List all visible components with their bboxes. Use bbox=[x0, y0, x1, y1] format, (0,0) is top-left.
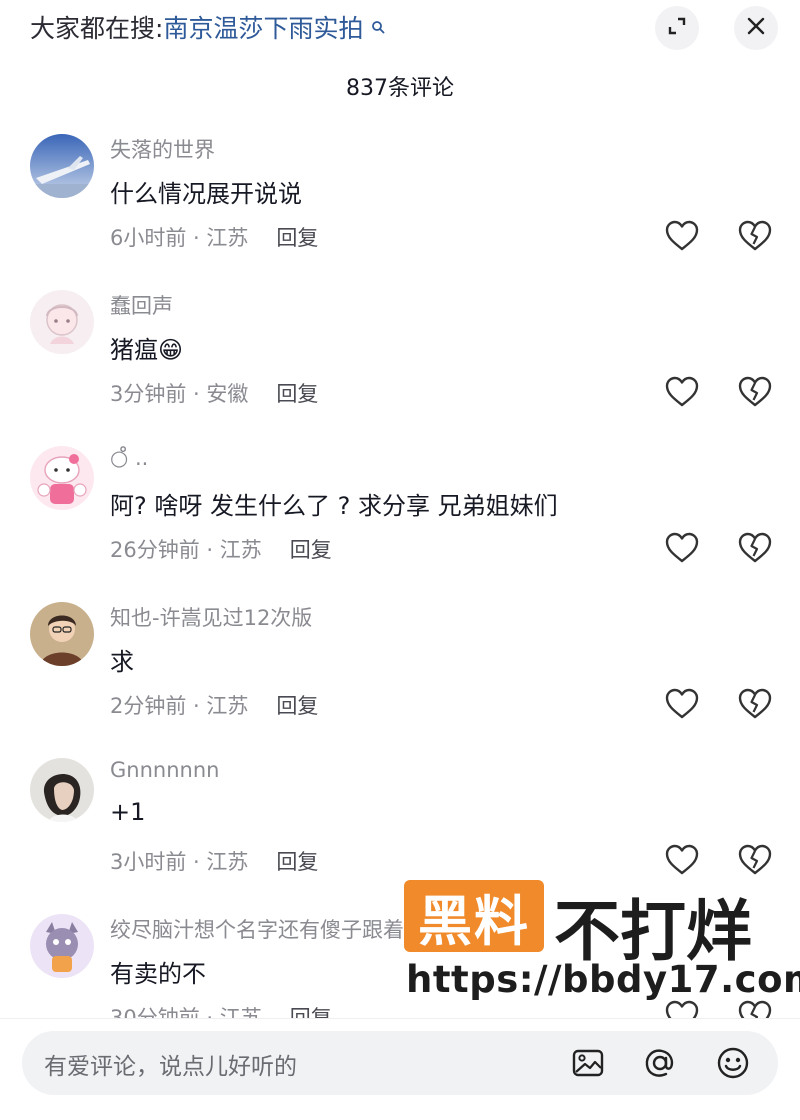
image-icon bbox=[570, 1049, 606, 1085]
comment-meta: 3小时前 · 江苏 回复 bbox=[110, 846, 318, 876]
broken-heart-icon bbox=[736, 844, 774, 882]
like-button[interactable] bbox=[663, 218, 701, 254]
dislike-button[interactable] bbox=[736, 686, 774, 722]
comment-count: 837条评论 bbox=[346, 76, 454, 101]
at-icon bbox=[642, 1049, 678, 1085]
comment-text: 有卖的不 bbox=[110, 960, 206, 988]
comment-meta: 26分钟前 · 江苏 回复 bbox=[110, 534, 332, 564]
expand-button[interactable] bbox=[655, 6, 699, 50]
like-button[interactable] bbox=[663, 530, 701, 566]
emoji-icon bbox=[715, 1047, 751, 1085]
comment-username[interactable]: 知也-许嵩见过12次版 bbox=[110, 602, 312, 632]
comment-item: 知也-许嵩见过12次版 求 2分钟前 · 江苏 回复 bbox=[0, 586, 800, 742]
avatar[interactable] bbox=[30, 290, 94, 354]
comment-username[interactable]: ○̊̊ .. bbox=[110, 446, 148, 470]
heart-outline-icon bbox=[663, 532, 701, 570]
heart-outline-icon bbox=[663, 844, 701, 882]
broken-heart-icon bbox=[736, 532, 774, 570]
comments-list[interactable]: 失落的世界 什么情况展开说说 6小时前 · 江苏 回复 蠢回声 猪瘟😁 3分钟前… bbox=[0, 118, 800, 1018]
like-button[interactable] bbox=[663, 686, 701, 722]
comment-meta: 2分钟前 · 江苏 回复 bbox=[110, 690, 318, 720]
comment-username[interactable]: 蠢回声 bbox=[110, 290, 173, 320]
close-icon bbox=[745, 15, 767, 41]
comment-time-location: 26分钟前 · 江苏 bbox=[110, 538, 262, 562]
comment-item: Gnnnnnnn +1 3小时前 · 江苏 回复 bbox=[0, 742, 800, 898]
comment-item: 蠢回声 猪瘟😁 3分钟前 · 安徽 回复 bbox=[0, 274, 800, 430]
heart-outline-icon bbox=[663, 376, 701, 414]
comment-username[interactable]: Gnnnnnnn bbox=[110, 758, 219, 782]
comment-text: +1 bbox=[110, 798, 146, 826]
expand-icon bbox=[666, 15, 688, 41]
comment-text: 阿? 啥呀 发生什么了 ? 求分享 兄弟姐妹们 bbox=[110, 492, 558, 520]
dislike-button[interactable] bbox=[736, 530, 774, 566]
comment-meta: 6小时前 · 江苏 回复 bbox=[110, 222, 318, 252]
divider bbox=[0, 1018, 800, 1019]
comment-text: 猪瘟😁 bbox=[110, 330, 183, 365]
mention-button[interactable] bbox=[642, 1045, 678, 1081]
comment-item: ○̊̊ .. 阿? 啥呀 发生什么了 ? 求分享 兄弟姐妹们 26分钟前 · 江… bbox=[0, 430, 800, 586]
comment-username[interactable]: 失落的世界 bbox=[110, 134, 215, 164]
top-bar: 大家都在搜:南京温莎下雨实拍 bbox=[0, 0, 800, 60]
comment-text-body: 猪瘟 bbox=[110, 336, 158, 364]
comment-time-location: 6小时前 · 江苏 bbox=[110, 226, 249, 250]
search-suggestion[interactable]: 大家都在搜:南京温莎下雨实拍 bbox=[30, 12, 385, 46]
avatar[interactable] bbox=[30, 446, 94, 510]
reply-button[interactable]: 回复 bbox=[276, 382, 318, 406]
comment-meta: 30分钟前 · 江苏 回复 bbox=[110, 1002, 332, 1018]
comment-username[interactable]: 绞尽脑汁想个名字还有傻子跟着读 bbox=[110, 914, 425, 944]
avatar[interactable] bbox=[30, 134, 94, 198]
reply-button[interactable]: 回复 bbox=[290, 1006, 332, 1018]
comment-input[interactable]: 有爱评论，说点儿好听的 bbox=[44, 1047, 297, 1081]
avatar[interactable] bbox=[30, 602, 94, 666]
emoji-button[interactable] bbox=[715, 1045, 751, 1081]
image-button[interactable] bbox=[570, 1045, 606, 1081]
like-button[interactable] bbox=[663, 998, 701, 1018]
comment-time-location: 3分钟前 · 安徽 bbox=[110, 382, 249, 406]
comment-item: 失落的世界 什么情况展开说说 6小时前 · 江苏 回复 bbox=[0, 118, 800, 274]
avatar[interactable] bbox=[30, 914, 94, 978]
comment-input-bar[interactable]: 有爱评论，说点儿好听的 bbox=[22, 1031, 778, 1095]
grin-emoji: 😁 bbox=[158, 336, 184, 364]
close-button[interactable] bbox=[734, 6, 778, 50]
dislike-button[interactable] bbox=[736, 374, 774, 410]
dislike-button[interactable] bbox=[736, 218, 774, 254]
search-icon bbox=[365, 19, 385, 39]
reply-button[interactable]: 回复 bbox=[276, 850, 318, 874]
like-button[interactable] bbox=[663, 374, 701, 410]
heart-outline-icon bbox=[663, 220, 701, 258]
reply-button[interactable]: 回复 bbox=[276, 694, 318, 718]
comment-time-location: 3小时前 · 江苏 bbox=[110, 850, 249, 874]
comment-time-location: 2分钟前 · 江苏 bbox=[110, 694, 249, 718]
dislike-button[interactable] bbox=[736, 998, 774, 1018]
comment-text: 什么情况展开说说 bbox=[110, 180, 302, 208]
heart-outline-icon bbox=[663, 688, 701, 726]
reply-button[interactable]: 回复 bbox=[276, 226, 318, 250]
comment-item: 绞尽脑汁想个名字还有傻子跟着读 有卖的不 30分钟前 · 江苏 回复 bbox=[0, 898, 800, 1018]
dislike-button[interactable] bbox=[736, 842, 774, 878]
like-button[interactable] bbox=[663, 842, 701, 878]
comment-meta: 3分钟前 · 安徽 回复 bbox=[110, 378, 318, 408]
comment-time-location: 30分钟前 · 江苏 bbox=[110, 1006, 262, 1018]
comment-text: 求 bbox=[110, 648, 134, 676]
broken-heart-icon bbox=[736, 376, 774, 414]
reply-button[interactable]: 回复 bbox=[290, 538, 332, 562]
avatar[interactable] bbox=[30, 758, 94, 822]
search-suggestion-prefix: 大家都在搜: bbox=[30, 14, 164, 43]
broken-heart-icon bbox=[736, 688, 774, 726]
search-suggestion-link[interactable]: 南京温莎下雨实拍 bbox=[163, 14, 363, 43]
broken-heart-icon bbox=[736, 220, 774, 258]
